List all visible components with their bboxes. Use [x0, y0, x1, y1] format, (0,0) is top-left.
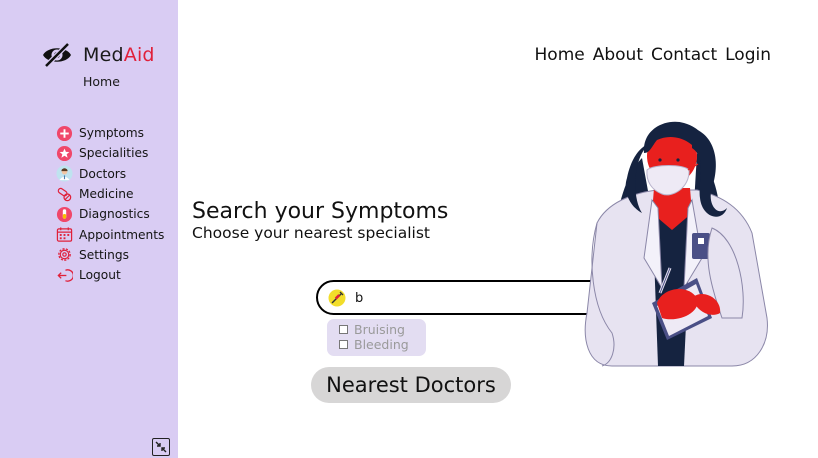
- doctor-illustration: [584, 121, 768, 367]
- suggestion-checkbox[interactable]: [339, 340, 348, 349]
- sidebar-collapse-button[interactable]: [152, 438, 170, 456]
- sidebar-item-label: Settings: [79, 247, 129, 262]
- suggestion-label: Bruising: [354, 322, 405, 337]
- sidebar: MedAid Home Symptoms Specialities Doctor…: [0, 0, 178, 458]
- search-input[interactable]: [355, 287, 605, 309]
- nav-home-link[interactable]: Home: [535, 45, 585, 65]
- suggestion-item-bruising[interactable]: Bruising: [339, 322, 426, 337]
- sidebar-item-logout[interactable]: Logout: [55, 265, 164, 285]
- sidebar-item-label: Medicine: [79, 187, 134, 202]
- sidebar-home-link[interactable]: Home: [83, 74, 120, 89]
- test-tube-icon: [55, 205, 74, 224]
- brand-name-part1: Med: [83, 44, 124, 66]
- suggestion-item-bleeding[interactable]: Bleeding: [339, 337, 426, 352]
- gear-icon: [55, 245, 74, 264]
- sidebar-item-label: Doctors: [79, 166, 127, 181]
- nav-login-link[interactable]: Login: [725, 45, 771, 65]
- sidebar-nav: Symptoms Specialities Doctors Medicine D…: [55, 123, 164, 285]
- brand-name-part2: Aid: [123, 44, 155, 66]
- sidebar-item-settings[interactable]: Settings: [55, 245, 164, 265]
- sidebar-item-appointments[interactable]: Appointments: [55, 224, 164, 244]
- logout-icon: [55, 266, 74, 285]
- collapse-arrows-icon: [155, 441, 167, 453]
- sidebar-item-symptoms[interactable]: Symptoms: [55, 123, 164, 143]
- nav-contact-link[interactable]: Contact: [651, 45, 717, 65]
- sidebar-item-specialities[interactable]: Specialities: [55, 143, 164, 163]
- brand-name: MedAid: [83, 44, 155, 66]
- page-subline: Choose your nearest specialist: [192, 224, 430, 242]
- search-suggestions: Bruising Bleeding: [327, 319, 426, 356]
- nearest-doctors-button[interactable]: Nearest Doctors: [311, 367, 511, 403]
- doctor-avatar-icon: [55, 164, 74, 183]
- calendar-icon: [55, 225, 74, 244]
- sidebar-item-medicine[interactable]: Medicine: [55, 184, 164, 204]
- syringe-icon: [328, 289, 346, 307]
- eye-slash-icon: [43, 42, 71, 68]
- plus-circle-icon: [55, 124, 74, 143]
- pills-icon: [55, 185, 74, 204]
- sidebar-item-label: Specialities: [79, 146, 149, 161]
- sidebar-item-doctors[interactable]: Doctors: [55, 164, 164, 184]
- sidebar-item-label: Symptoms: [79, 126, 145, 141]
- sidebar-item-label: Diagnostics: [79, 207, 150, 222]
- suggestion-label: Bleeding: [354, 337, 409, 352]
- page-headline: Search your Symptoms: [192, 199, 449, 224]
- sidebar-item-label: Logout: [79, 268, 121, 283]
- sidebar-item-diagnostics[interactable]: Diagnostics: [55, 204, 164, 224]
- nav-about-link[interactable]: About: [593, 45, 643, 65]
- suggestion-checkbox[interactable]: [339, 325, 348, 334]
- sidebar-item-label: Appointments: [79, 227, 165, 242]
- brand-logo[interactable]: MedAid: [41, 42, 155, 68]
- top-nav: Home About Contact Login: [535, 45, 771, 65]
- star-badge-icon: [55, 144, 74, 163]
